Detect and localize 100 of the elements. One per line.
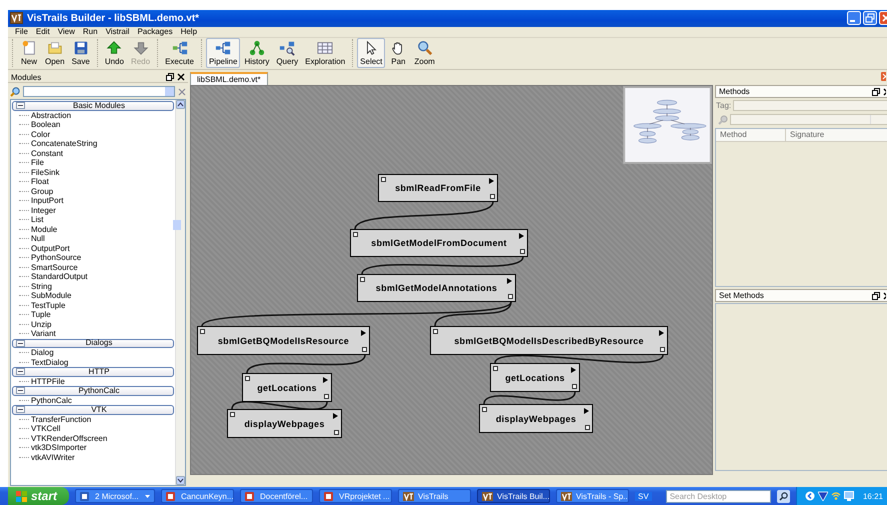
open-button[interactable]: Open [42, 38, 68, 68]
close-icon[interactable] [883, 88, 886, 96]
module-item[interactable]: InputPort [31, 196, 64, 206]
menu-item[interactable]: Vistrail [102, 26, 134, 37]
input-port[interactable] [493, 366, 498, 371]
module-item[interactable]: VTKRenderOffscreen [31, 434, 108, 443]
save-button[interactable]: Save [68, 38, 93, 68]
input-port[interactable] [482, 407, 487, 412]
connection-line[interactable] [494, 354, 664, 364]
search-field[interactable]: Search Desktop [666, 490, 771, 502]
module-item[interactable]: SmartSource [31, 262, 78, 272]
module-item[interactable]: FileSink [31, 168, 60, 177]
output-port[interactable] [572, 384, 577, 389]
triangle-icon[interactable] [333, 413, 338, 419]
module-item[interactable]: Group [31, 186, 54, 196]
close-icon[interactable] [177, 73, 185, 81]
menu-item[interactable]: View [54, 26, 79, 37]
connection-line[interactable] [354, 202, 494, 230]
pan-button[interactable]: Pan [386, 38, 410, 68]
float-icon[interactable] [872, 88, 880, 96]
search-field[interactable] [730, 114, 887, 125]
category-header[interactable]: VTK [12, 405, 174, 414]
connection-line[interactable] [202, 301, 512, 327]
scroll-thumb[interactable] [173, 220, 181, 230]
triangle-icon[interactable] [584, 408, 589, 414]
restore-icon[interactable] [863, 11, 877, 26]
close-icon[interactable] [883, 292, 886, 300]
new-button[interactable]: New [17, 38, 41, 68]
module-item[interactable]: SubModule [31, 291, 72, 300]
module-node[interactable]: sbmlGetBQModelIsResource [197, 326, 370, 355]
taskbar-button[interactable]: VRprojektet ... [319, 489, 392, 503]
module-item[interactable]: Variant [31, 329, 56, 338]
module-item[interactable]: TextDialog [31, 358, 68, 367]
module-item[interactable]: StandardOutput [31, 272, 88, 282]
monitor-icon[interactable] [844, 491, 854, 501]
output-port[interactable] [660, 347, 665, 352]
history-button[interactable]: History [241, 38, 272, 68]
module-item[interactable]: vtkAVIWriter [31, 452, 75, 462]
input-port[interactable] [433, 329, 438, 334]
taskbar-button[interactable]: VisTrails - Sp... [556, 489, 630, 503]
search-field[interactable] [23, 86, 175, 97]
float-icon[interactable] [166, 73, 174, 81]
scroll-up-icon[interactable] [176, 100, 185, 109]
taskbar-button[interactable]: VisTrails Buil... [477, 489, 550, 503]
triangle-icon[interactable] [489, 178, 494, 184]
minimize-icon[interactable] [847, 11, 861, 26]
tag-field[interactable] [733, 100, 887, 111]
module-item[interactable]: TestTuple [31, 300, 66, 310]
pipeline-button[interactable]: Pipeline [206, 38, 240, 68]
category-header[interactable]: Basic Modules [12, 101, 174, 110]
query-button[interactable]: Query [273, 38, 302, 68]
output-port[interactable] [520, 249, 525, 254]
module-item[interactable]: Module [31, 224, 58, 234]
category-header[interactable]: PythonCalc [12, 386, 174, 396]
module-node[interactable]: sbmlGetModelFromDocument [350, 229, 528, 257]
taskbar-button[interactable]: CancunKeyn... [161, 489, 234, 503]
module-item[interactable]: PythonCalc [31, 396, 72, 405]
document-tab[interactable]: libSBML.demo.vt* [190, 72, 268, 85]
execute-button[interactable]: Execute [162, 38, 197, 68]
category-header[interactable]: Dialogs [12, 338, 174, 348]
module-node[interactable]: getLocations [490, 363, 580, 392]
module-node[interactable]: displayWebpages [479, 404, 593, 433]
triangle-icon[interactable] [659, 330, 664, 336]
triangle-icon[interactable] [361, 330, 366, 336]
input-port[interactable] [353, 232, 358, 237]
module-item[interactable]: Color [31, 130, 50, 139]
exploration-button[interactable]: Exploration [302, 38, 348, 68]
module-item[interactable]: Boolean [31, 120, 60, 130]
clear-icon[interactable] [178, 88, 186, 96]
module-node[interactable]: sbmlReadFromFile [378, 174, 498, 202]
connection-line[interactable] [361, 256, 524, 274]
zoom-button[interactable]: Zoom [411, 38, 438, 68]
output-port[interactable] [508, 294, 513, 299]
taskbar-button[interactable]: VisTrails [398, 489, 472, 503]
taskbar-button[interactable]: 2 Microsof... [75, 489, 156, 503]
module-item[interactable]: String [31, 282, 52, 291]
module-item[interactable]: Float [31, 177, 49, 186]
module-item[interactable]: ConcatenateString [31, 139, 98, 148]
select-button[interactable]: Select [357, 38, 386, 68]
float-icon[interactable] [872, 292, 880, 300]
module-item[interactable]: Tuple [31, 310, 51, 320]
connection-line[interactable] [483, 392, 576, 404]
menu-item[interactable]: File [11, 26, 32, 37]
module-item[interactable]: Abstraction [31, 110, 72, 120]
module-item[interactable]: OutputPort [31, 244, 70, 253]
menu-item[interactable]: Help [176, 26, 202, 37]
category-header[interactable]: HTTP [12, 367, 174, 376]
module-node[interactable]: sbmlGetModelAnnotations [357, 274, 516, 302]
column-header[interactable]: Method [716, 129, 786, 141]
module-item[interactable]: vtk3DSImporter [31, 443, 87, 452]
input-port[interactable] [360, 277, 365, 282]
shield-icon[interactable] [818, 491, 828, 501]
menu-item[interactable]: Run [78, 26, 102, 37]
search-icon[interactable] [776, 490, 790, 502]
scrollbar[interactable] [175, 100, 185, 485]
module-item[interactable]: Constant [31, 148, 64, 158]
output-port[interactable] [334, 430, 339, 435]
module-node[interactable]: sbmlGetBQModelIsDescribedByResource [430, 326, 668, 355]
pipeline-canvas[interactable]: sbmlReadFromFile sbmlGetModelFromDocument sbmlGetModelAnnotations sbmlGetBQModelIsResource getLocations displayWebpages sbmlGetBQModelIsDescribedByResource getLocations displayWebpages [190, 85, 713, 475]
connection-line[interactable] [231, 401, 328, 410]
